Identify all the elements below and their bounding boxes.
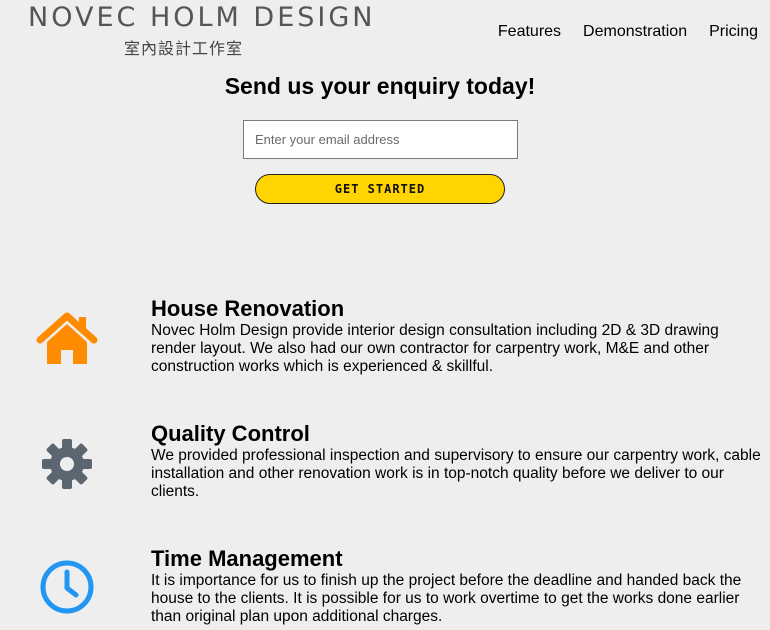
logo-subtitle: 室內設計工作室 <box>124 39 244 58</box>
home-icon <box>36 310 98 372</box>
feature-description: It is importance for us to finish up the… <box>151 572 742 625</box>
feature-title: Time Management <box>151 546 343 571</box>
top-nav: Features Demonstration Pricing <box>498 22 758 42</box>
feature-description: Novec Holm Design provide interior desig… <box>151 322 719 375</box>
clock-icon <box>36 556 98 618</box>
feature-text: House Renovation Novec Holm Design provi… <box>151 296 763 376</box>
feature-title: Quality Control <box>151 421 310 446</box>
nav-link-pricing[interactable]: Pricing <box>709 22 758 42</box>
brand-logo[interactable]: NOVEC HOLM DESIGN 室內設計工作室 <box>28 2 373 64</box>
feature-text: Quality Control We provided professional… <box>151 421 763 501</box>
feature-title: House Renovation <box>151 296 345 321</box>
nav-link-demonstration[interactable]: Demonstration <box>583 22 687 42</box>
nav-link-features[interactable]: Features <box>498 22 561 42</box>
gear-icon <box>36 433 98 495</box>
email-input[interactable] <box>243 120 518 159</box>
feature-text: Time Management It is importance for us … <box>151 546 763 626</box>
feature-description: We provided professional inspection and … <box>151 447 761 500</box>
page: NOVEC HOLM DESIGN 室內設計工作室 Features Demon… <box>0 0 770 630</box>
enquiry-heading: Send us your enquiry today! <box>224 73 536 99</box>
get-started-button[interactable]: GET STARTED <box>255 174 505 204</box>
logo-wordmark: NOVEC HOLM DESIGN <box>28 2 376 33</box>
